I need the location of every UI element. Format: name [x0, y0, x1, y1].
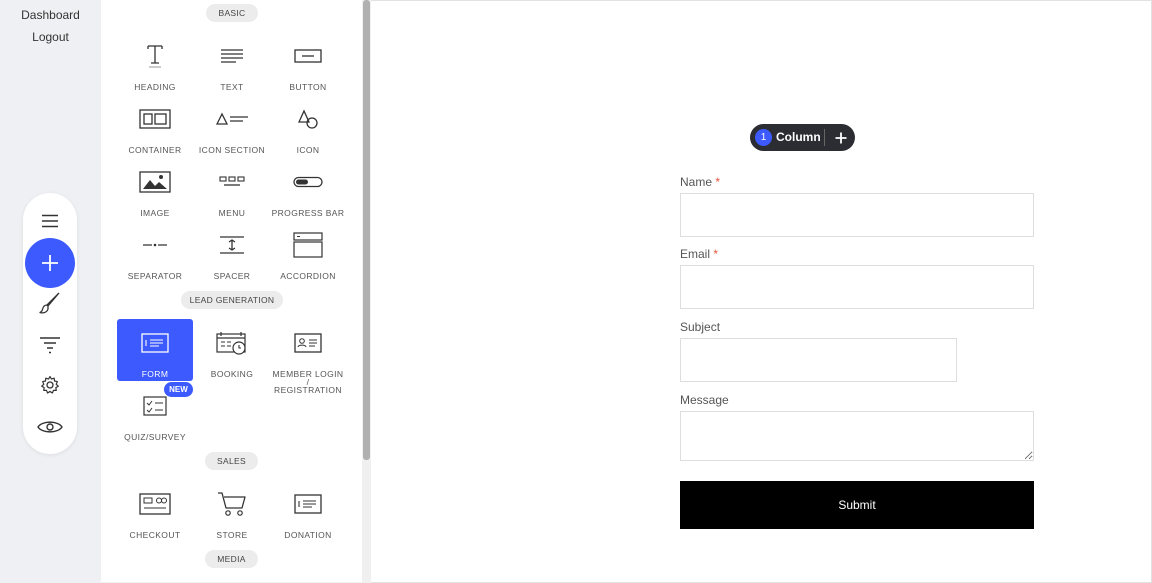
section-lead-generation: LEAD GENERATION	[181, 291, 283, 309]
eye-icon[interactable]	[23, 416, 77, 438]
logout-link[interactable]: Logout	[0, 30, 101, 44]
subject-field[interactable]	[680, 338, 957, 382]
gear-icon[interactable]	[23, 374, 77, 396]
checkout-icon	[117, 486, 193, 522]
left-nav: Dashboard Logout	[0, 0, 101, 582]
shapes-icon	[270, 101, 346, 137]
button-icon	[270, 38, 346, 74]
elements-panel: BASIC HEADING TEXT BUTTON CONTAINER ICON…	[101, 0, 362, 582]
heading-icon	[117, 38, 193, 74]
cart-icon	[194, 486, 270, 522]
email-field[interactable]	[680, 265, 1034, 309]
dashboard-link[interactable]: Dashboard	[0, 8, 101, 22]
section-media: MEDIA	[205, 550, 258, 568]
widget-icon-section[interactable]: ICON SECTION	[194, 95, 270, 157]
widget-member-login[interactable]: MEMBER LOGIN / REGISTRATION	[270, 319, 346, 394]
new-badge: NEW	[164, 382, 193, 397]
member-login-icon	[270, 325, 346, 361]
widget-accordion[interactable]: ACCORDION	[270, 221, 346, 283]
widget-heading[interactable]: HEADING	[117, 32, 193, 94]
widget-spacer[interactable]: SPACER	[194, 221, 270, 283]
section-sales: SALES	[205, 452, 258, 470]
image-icon	[117, 164, 193, 200]
hamburger-icon[interactable]	[23, 211, 77, 231]
required-mark: *	[713, 247, 719, 261]
required-mark: *	[715, 175, 721, 189]
widget-text[interactable]: TEXT	[194, 32, 270, 94]
separator-icon	[117, 227, 193, 263]
widget-menu[interactable]: MENU	[194, 158, 270, 220]
email-label: Email *	[680, 247, 719, 261]
container-icon	[117, 101, 193, 137]
message-label: Message	[680, 393, 729, 407]
name-label: Name *	[680, 175, 721, 189]
column-toolbar[interactable]: 1 Column	[750, 124, 855, 151]
widget-progress-bar[interactable]: PROGRESS BAR	[270, 158, 346, 220]
name-field[interactable]	[680, 193, 1034, 237]
section-basic: BASIC	[206, 4, 258, 22]
icon-section-icon	[194, 101, 270, 137]
form-icon	[117, 325, 193, 361]
widget-button[interactable]: BUTTON	[270, 32, 346, 94]
widget-separator[interactable]: SEPARATOR	[117, 221, 193, 283]
brush-icon[interactable]	[23, 290, 77, 316]
widget-booking[interactable]: BOOKING	[194, 319, 270, 381]
add-element-button[interactable]	[25, 238, 75, 288]
donation-icon	[270, 486, 346, 522]
spacer-icon	[194, 227, 270, 263]
submit-button[interactable]: Submit	[680, 481, 1034, 529]
accordion-icon	[270, 227, 346, 263]
progress-bar-icon	[270, 164, 346, 200]
booking-icon	[194, 325, 270, 361]
editor-toolbar	[23, 193, 77, 454]
panel-scrollbar-thumb[interactable]	[363, 0, 370, 460]
widget-checkout[interactable]: CHECKOUT	[117, 480, 193, 542]
column-count: 1	[755, 129, 772, 146]
widget-donation[interactable]: DONATION	[270, 480, 346, 542]
subject-label: Subject	[680, 320, 721, 334]
menu-icon	[194, 164, 270, 200]
widget-store[interactable]: STORE	[194, 480, 270, 542]
widget-form[interactable]: FORM	[117, 319, 193, 381]
add-column-button[interactable]	[826, 124, 855, 151]
filter-icon[interactable]	[23, 334, 77, 356]
message-field[interactable]	[680, 411, 1034, 461]
column-label: Column	[776, 130, 821, 144]
column-divider	[824, 129, 825, 146]
plus-icon	[42, 255, 58, 271]
widget-image[interactable]: IMAGE	[117, 158, 193, 220]
widget-container[interactable]: CONTAINER	[117, 95, 193, 157]
widget-icon[interactable]: ICON	[270, 95, 346, 157]
plus-icon	[835, 132, 846, 143]
text-icon	[194, 38, 270, 74]
